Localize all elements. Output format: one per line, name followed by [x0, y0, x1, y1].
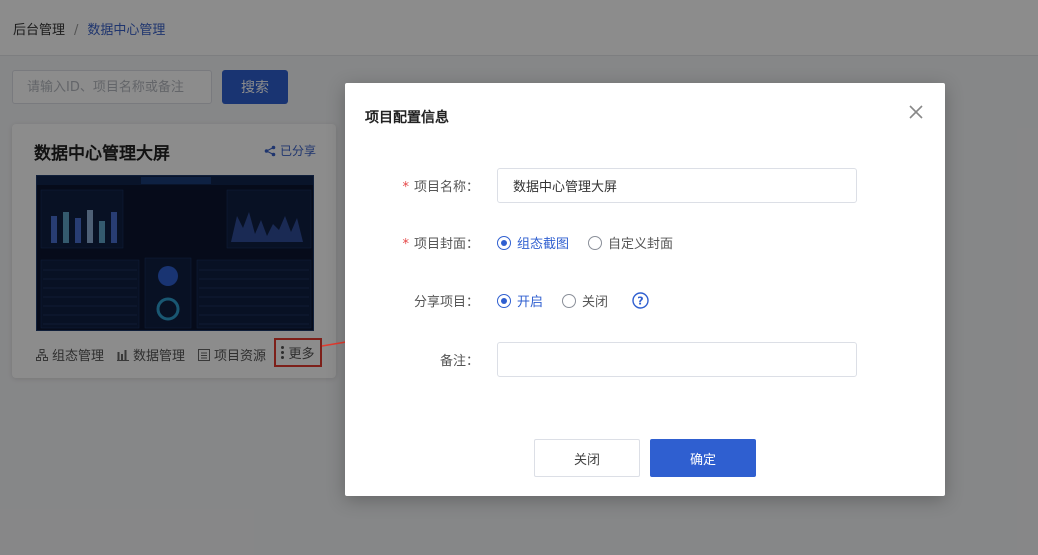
radio-checked-icon [497, 235, 511, 250]
remark-input[interactable] [497, 342, 857, 377]
project-cover-label: * 项目封面： [402, 237, 479, 252]
project-config-dialog: 项目配置信息 *项目名称： *项目封面： 组态截图 自定义封面 分享项目： 开启… [345, 83, 945, 496]
share-project-label: 分享项目： [413, 295, 479, 310]
project-name-label: * 项目名称： [402, 180, 479, 195]
form-row-cover: * 项目封面： 组态截图 自定义封面 [345, 233, 945, 252]
required-mark: * [402, 180, 409, 195]
radio-unchecked-icon [588, 235, 603, 250]
svg-text:?: ? [637, 295, 643, 308]
cover-radio-group: 组态截图 自定义封面 [497, 233, 692, 252]
dialog-title: 项目配置信息 [365, 110, 449, 126]
radio-unchecked-icon [562, 293, 577, 308]
confirm-button[interactable]: 确定 [650, 439, 756, 477]
cancel-button[interactable]: 关闭 [534, 439, 640, 477]
radio-checked-icon [497, 293, 511, 308]
required-mark: * [402, 237, 409, 252]
form-row-name: * 项目名称： [345, 168, 945, 203]
form-row-share: 分享项目： 开启 关闭 ? [345, 291, 945, 310]
help-icon[interactable]: ? [632, 292, 649, 309]
cover-option-screenshot[interactable]: 组态截图 [497, 233, 569, 252]
share-option-on[interactable]: 开启 [497, 291, 543, 310]
project-name-input[interactable] [497, 168, 857, 203]
share-radio-group: 开启 关闭 ? [497, 291, 649, 310]
share-option-off[interactable]: 关闭 [562, 291, 608, 310]
close-icon[interactable] [907, 103, 925, 121]
remark-label: 备注： [439, 354, 479, 369]
form-row-remark: 备注： [345, 342, 945, 377]
cover-option-custom[interactable]: 自定义封面 [588, 233, 673, 252]
